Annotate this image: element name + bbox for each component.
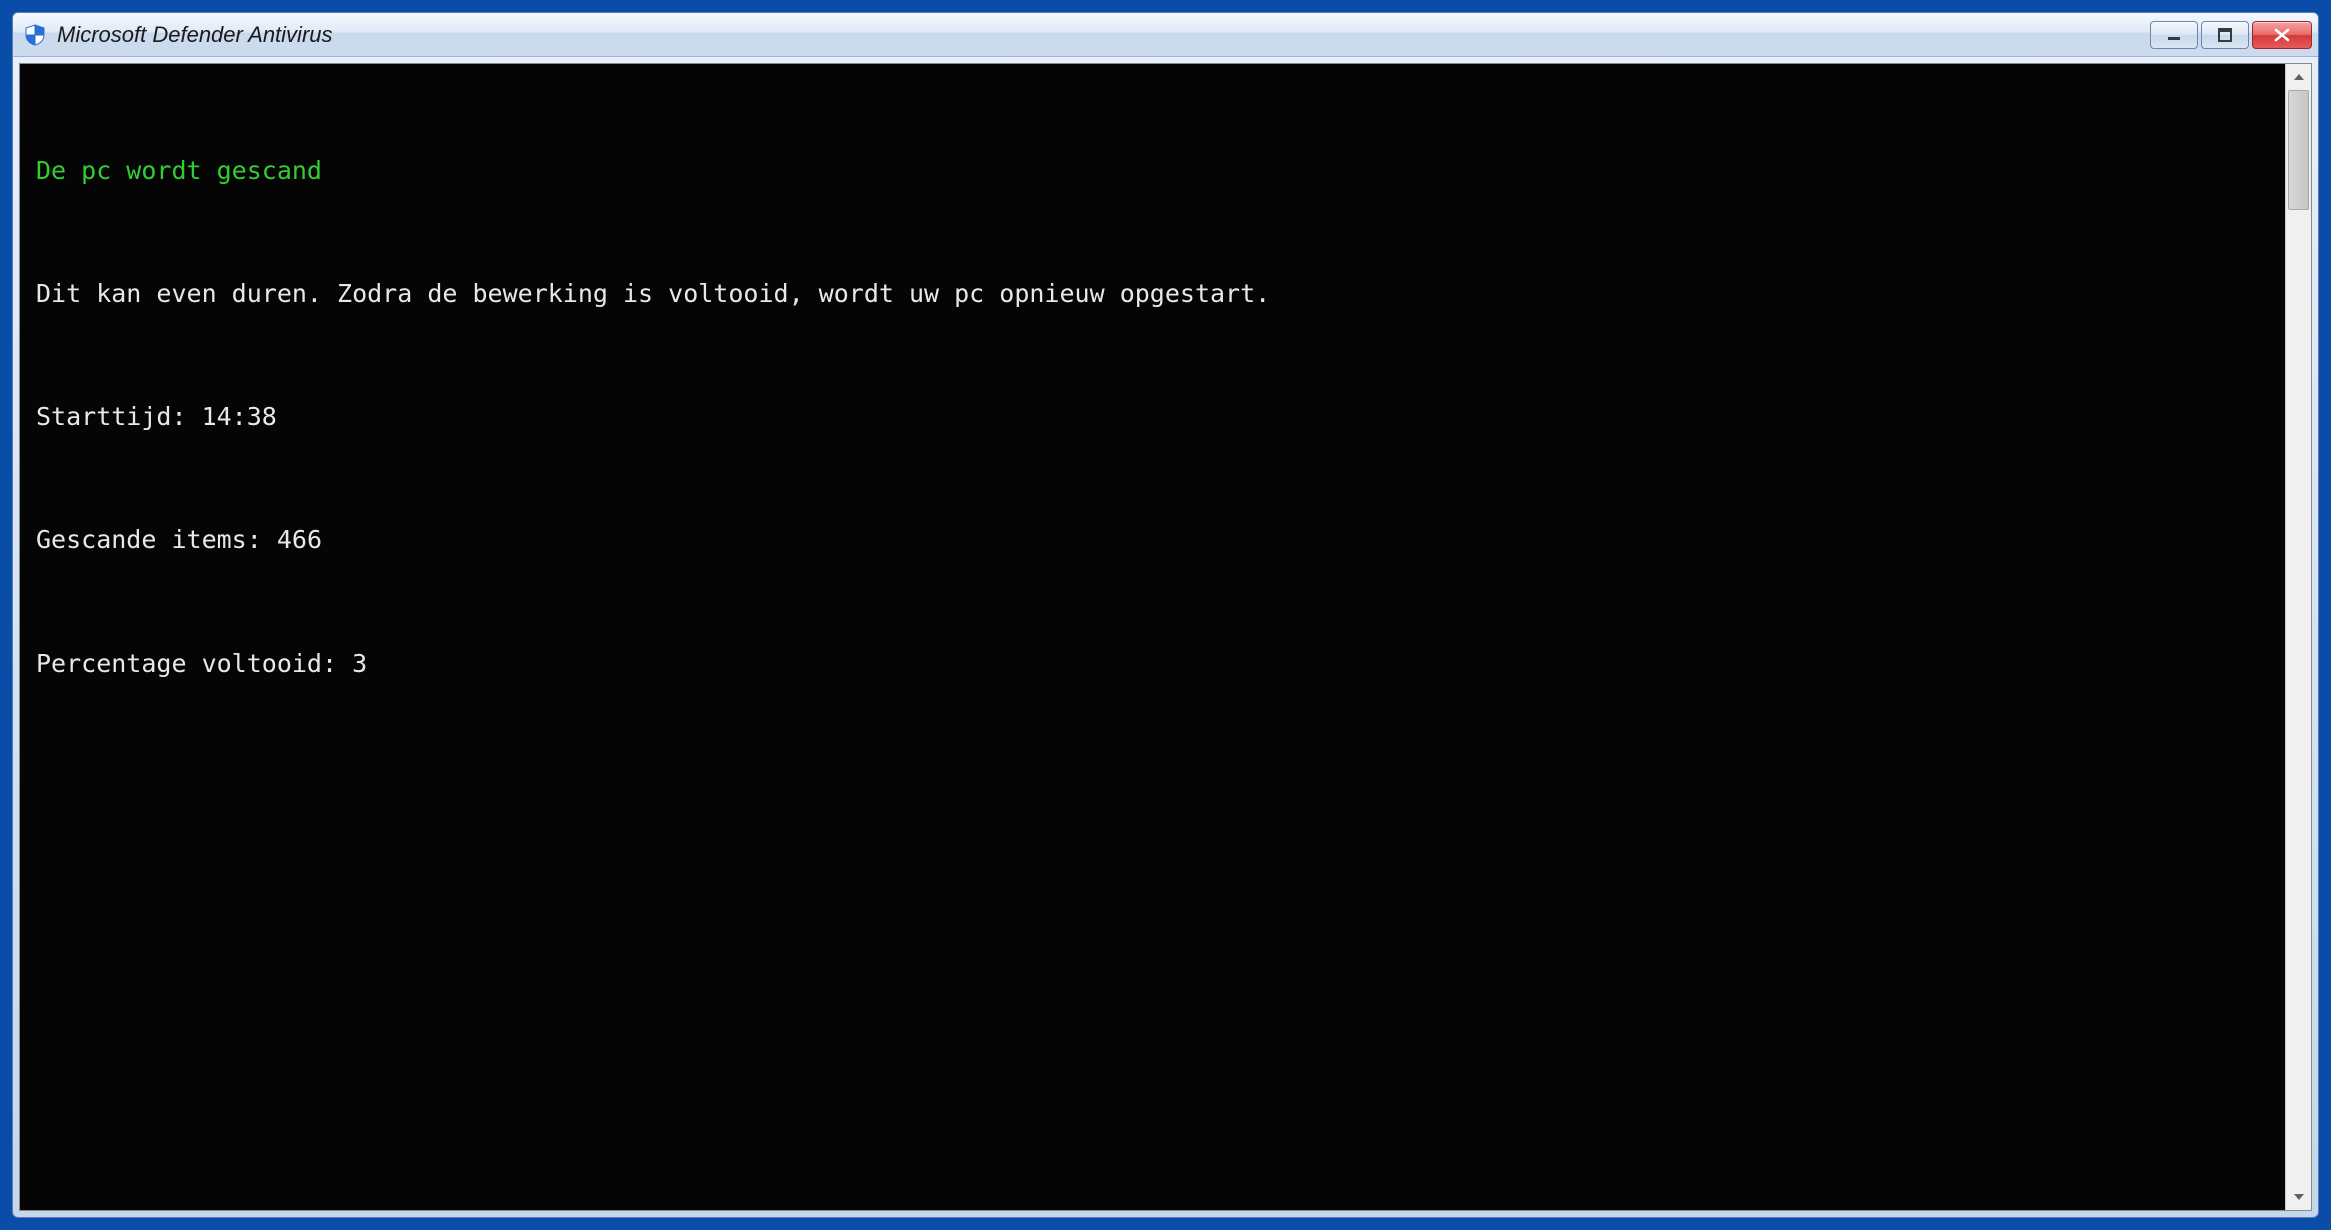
minimize-icon	[2166, 28, 2182, 42]
window-controls	[2150, 21, 2312, 49]
scan-message: Dit kan even duren. Zodra de bewerking i…	[36, 277, 2269, 311]
close-button[interactable]	[2252, 21, 2312, 49]
minimize-button[interactable]	[2150, 21, 2198, 49]
percent-complete-value: 3	[352, 649, 367, 678]
maximize-button[interactable]	[2201, 21, 2249, 49]
scan-heading: De pc wordt gescand	[36, 154, 2269, 188]
chevron-up-icon	[2294, 74, 2304, 80]
titlebar[interactable]: Microsoft Defender Antivirus	[13, 13, 2318, 57]
start-time-label: Starttijd:	[36, 402, 187, 431]
percent-complete-label: Percentage voltooid:	[36, 649, 337, 678]
window-frame: Microsoft Defender Antivirus	[12, 12, 2319, 1218]
start-time-line: Starttijd: 14:38	[36, 400, 2269, 434]
console-output: De pc wordt gescand Dit kan even duren. …	[20, 64, 2285, 1210]
scroll-down-button[interactable]	[2286, 1184, 2311, 1210]
percent-complete-line: Percentage voltooid: 3	[36, 647, 2269, 681]
vertical-scrollbar[interactable]	[2285, 64, 2311, 1210]
close-icon	[2273, 28, 2291, 42]
scanned-items-label: Gescande items:	[36, 525, 262, 554]
scanned-items-value: 466	[277, 525, 322, 554]
scanned-items-line: Gescande items: 466	[36, 523, 2269, 557]
chevron-down-icon	[2294, 1194, 2304, 1200]
client-area: De pc wordt gescand Dit kan even duren. …	[13, 57, 2318, 1217]
start-time-value: 14:38	[202, 402, 277, 431]
scrollbar-track[interactable]	[2286, 90, 2311, 1184]
maximize-icon	[2217, 28, 2233, 42]
console-window: De pc wordt gescand Dit kan even duren. …	[19, 63, 2312, 1211]
window-title: Microsoft Defender Antivirus	[57, 22, 2150, 48]
scrollbar-thumb[interactable]	[2288, 90, 2309, 210]
scroll-up-button[interactable]	[2286, 64, 2311, 90]
defender-shield-icon	[23, 23, 47, 47]
